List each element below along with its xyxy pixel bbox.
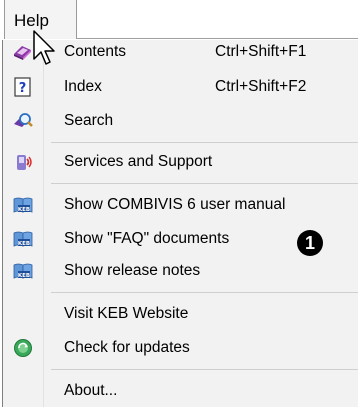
menu-item-label: Check for updates [64,339,190,356]
menu-item-release-notes[interactable]: KEB Show release notes [3,255,358,287]
menu-item-shortcut: Ctrl+Shift+F2 [215,78,307,95]
callout-number-badge: 1 [297,230,323,256]
update-globe-icon [14,339,32,357]
help-menu-label: Help [14,11,49,30]
menu-item-label: Index [64,78,102,95]
svg-text:KEB: KEB [18,241,30,247]
menu-item-check-updates[interactable]: Check for updates [3,332,358,364]
menu-item-user-manual[interactable]: KEB Show COMBIVIS 6 user manual [3,189,358,221]
menu-separator [51,292,358,293]
question-index-icon: ? [14,77,31,97]
menu-item-label: Show release notes [64,262,201,279]
search-magnifier-icon [14,113,33,127]
menu-item-label: Show COMBIVIS 6 user manual [64,196,286,213]
menu-item-label: Show "FAQ" documents [64,230,230,247]
menu-item-index[interactable]: ? Index Ctrl+Shift+F2 [3,71,358,103]
menu-item-shortcut: Ctrl+Shift+F1 [215,43,307,60]
menu-item-label: Visit KEB Website [64,305,189,322]
menu-separator [51,369,358,370]
menu-separator [51,142,358,143]
book-help-icon [14,46,31,60]
menu-item-visit-website[interactable]: Visit KEB Website [3,298,358,330]
keb-manual-icon: KEB [13,197,33,213]
keb-manual-icon: KEB [13,231,33,247]
mouse-cursor-icon [33,30,55,65]
menu-item-contents[interactable]: Contents Ctrl+Shift+F1 [3,36,358,68]
help-dropdown-menu: Contents Ctrl+Shift+F1 ? Index Ctrl+Shif… [3,40,358,407]
menu-item-label: Contents [64,43,127,60]
menu-item-about[interactable]: About... [3,375,358,407]
svg-text:?: ? [19,81,27,96]
keb-manual-icon: KEB [13,263,33,279]
menu-item-label: Search [64,112,114,129]
menu-item-label: Services and Support [64,153,213,170]
menu-item-search[interactable]: Search [3,105,358,137]
svg-text:KEB: KEB [18,273,30,279]
svg-text:KEB: KEB [18,207,30,213]
menu-separator [51,183,358,184]
phone-support-icon [17,155,32,170]
menu-item-services-support[interactable]: Services and Support [3,146,358,178]
menu-item-label: About... [64,382,118,399]
